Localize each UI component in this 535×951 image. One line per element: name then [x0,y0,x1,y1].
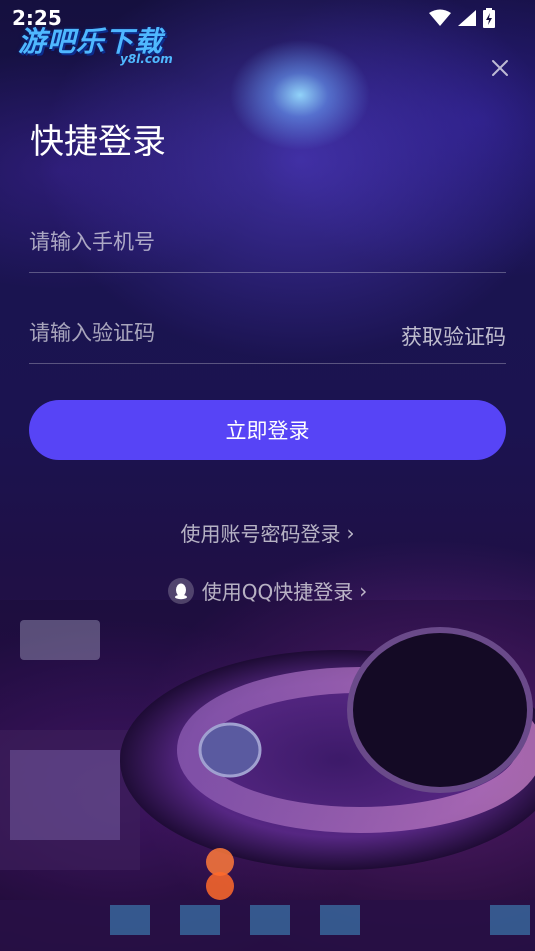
qq-penguin-icon [167,577,194,604]
signal-icon [457,9,477,31]
status-icons [429,8,495,32]
verification-code-input[interactable] [29,315,369,351]
wifi-icon [429,9,451,31]
close-button[interactable] [487,55,513,81]
qq-login-link[interactable]: 使用QQ快捷登录 › [0,576,535,605]
get-code-button[interactable]: 获取验证码 [401,321,506,351]
account-login-label: 使用账号密码登录 [180,522,341,546]
phone-field [29,212,506,273]
phone-input[interactable] [29,224,369,260]
close-icon [492,60,508,76]
battery-icon [483,8,495,32]
code-field: 获取验证码 [29,303,506,364]
account-password-login-link[interactable]: 使用账号密码登录 › [0,518,535,547]
qq-login-label: 使用QQ快捷登录 [201,580,354,604]
login-button[interactable]: 立即登录 [29,400,506,460]
chevron-right-icon: › [346,520,355,545]
chevron-right-icon: › [359,578,368,603]
page-title: 快捷登录 [30,122,166,162]
watermark-subtitle: y8l.com [120,52,173,66]
watermark-logo: 游吧乐下载 y8l.com [18,20,188,70]
